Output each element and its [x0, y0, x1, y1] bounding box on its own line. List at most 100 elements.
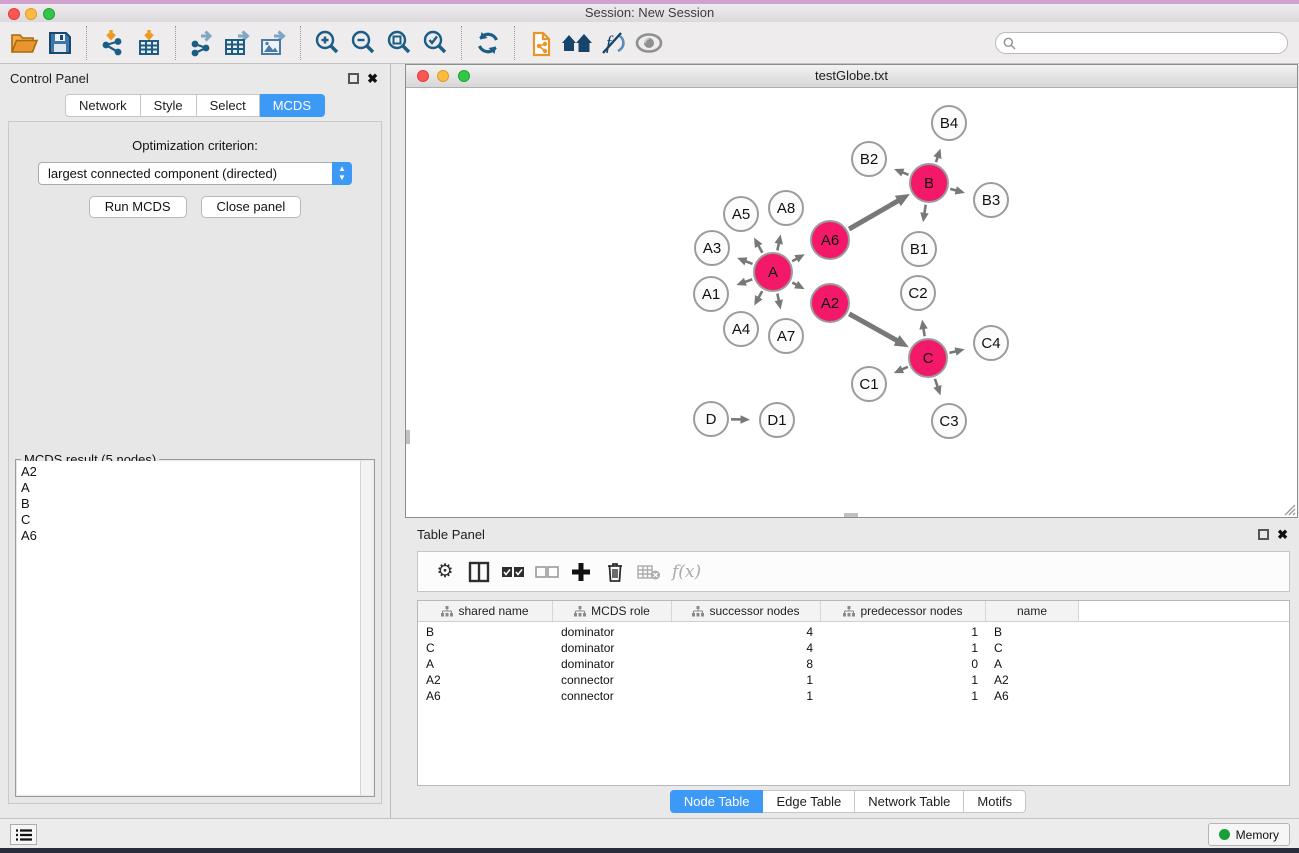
close-panel-button[interactable]: Close panel — [201, 196, 302, 218]
zoom-out-icon[interactable] — [345, 25, 381, 61]
table-cell[interactable]: 1 — [821, 688, 986, 704]
table-cell[interactable]: A — [986, 656, 1079, 672]
tab-network-table[interactable]: Network Table — [855, 790, 964, 813]
result-list-item[interactable]: B — [21, 496, 373, 512]
table-cell[interactable]: 4 — [672, 640, 821, 656]
tab-motifs[interactable]: Motifs — [964, 790, 1026, 813]
select-all-checkboxes-icon[interactable] — [496, 555, 530, 589]
refresh-icon[interactable] — [470, 25, 506, 61]
run-mcds-button[interactable]: Run MCDS — [89, 196, 187, 218]
result-list-item[interactable]: A2 — [21, 464, 373, 480]
network-canvas[interactable]: AA1A2A3A4A5A6A7A8BB1B2B3B4CC1C2C3C4DD1 — [406, 89, 1297, 517]
deselect-all-checkboxes-icon[interactable] — [530, 555, 564, 589]
table-cell[interactable]: 1 — [672, 688, 821, 704]
table-settings-gear-icon[interactable]: ⚙ — [428, 555, 462, 589]
import-table-icon[interactable] — [131, 25, 167, 61]
home-icon[interactable] — [559, 25, 595, 61]
table-cell[interactable]: 8 — [672, 656, 821, 672]
vertical-scroll-indicator[interactable] — [406, 430, 410, 444]
minimize-window-button[interactable] — [25, 8, 37, 20]
network-graph[interactable]: AA1A2A3A4A5A6A7A8BB1B2B3B4CC1C2C3C4DD1 — [406, 89, 1297, 518]
tab-mcds[interactable]: MCDS — [260, 94, 325, 117]
horizontal-scroll-indicator[interactable] — [844, 513, 858, 517]
export-image-icon[interactable] — [256, 25, 292, 61]
table-cell[interactable]: dominator — [553, 640, 672, 656]
create-new-column-icon[interactable] — [564, 555, 598, 589]
table-mode-columns-icon[interactable] — [462, 555, 496, 589]
table-row[interactable]: A2connector11A2 — [418, 672, 1289, 688]
network-close-button[interactable] — [417, 70, 429, 82]
mcds-result-list[interactable]: A2ABCA6 — [17, 461, 373, 795]
tab-node-table[interactable]: Node Table — [670, 790, 764, 813]
table-cell[interactable]: A6 — [418, 688, 553, 704]
table-cell[interactable]: A2 — [418, 672, 553, 688]
search-input[interactable] — [1016, 36, 1287, 50]
delete-columns-trash-icon[interactable] — [598, 555, 632, 589]
save-session-icon[interactable] — [42, 25, 78, 61]
network-zoom-button[interactable] — [458, 70, 470, 82]
float-table-panel-icon[interactable] — [1258, 529, 1269, 540]
show-view-eye-icon[interactable] — [631, 25, 667, 61]
tab-network[interactable]: Network — [65, 94, 141, 117]
resize-grip-icon[interactable] — [1282, 502, 1296, 516]
column-header-predecessor-nodes[interactable]: predecessor nodes — [821, 601, 986, 621]
task-history-button[interactable] — [10, 824, 37, 845]
network-minimize-button[interactable] — [437, 70, 449, 82]
table-cell[interactable]: B — [986, 624, 1079, 640]
column-header-name[interactable]: name — [986, 601, 1079, 621]
column-header-successor-nodes[interactable]: successor nodes — [672, 601, 821, 621]
table-cell[interactable]: C — [986, 640, 1079, 656]
table-cell[interactable]: 4 — [672, 624, 821, 640]
table-row[interactable]: Adominator80A — [418, 656, 1289, 672]
table-cell[interactable]: connector — [553, 672, 672, 688]
tab-select[interactable]: Select — [197, 94, 260, 117]
open-file-icon[interactable] — [6, 25, 42, 61]
control-panel: Control Panel ✖ NetworkStyleSelectMCDS O… — [0, 64, 391, 818]
result-list-item[interactable]: A6 — [21, 528, 373, 544]
table-cell[interactable]: 1 — [821, 672, 986, 688]
table-cell[interactable]: A — [418, 656, 553, 672]
table-cell[interactable]: C — [418, 640, 553, 656]
result-list-scrollbar[interactable] — [360, 461, 373, 795]
table-cell[interactable]: A2 — [986, 672, 1079, 688]
select-stepper-icon[interactable]: ▲▼ — [332, 162, 352, 185]
node-label-D: D — [706, 411, 717, 428]
new-network-file-icon[interactable] — [523, 25, 559, 61]
edge-A6-B[interactable] — [849, 200, 899, 229]
edge-A2-C[interactable] — [849, 314, 898, 342]
table-cell[interactable]: 1 — [821, 624, 986, 640]
hide-details-icon[interactable]: f — [595, 25, 631, 61]
zoom-selected-icon[interactable] — [417, 25, 453, 61]
table-cell[interactable]: dominator — [553, 656, 672, 672]
close-window-button[interactable] — [8, 8, 20, 20]
table-row[interactable]: Cdominator41C — [418, 640, 1289, 656]
zoom-fit-icon[interactable] — [381, 25, 417, 61]
search-field[interactable] — [995, 32, 1288, 54]
node-table[interactable]: shared name MCDS role successor nodes pr… — [417, 600, 1290, 786]
result-list-item[interactable]: C — [21, 512, 373, 528]
tab-edge-table[interactable]: Edge Table — [763, 790, 855, 813]
table-cell[interactable]: dominator — [553, 624, 672, 640]
table-row[interactable]: Bdominator41B — [418, 624, 1289, 640]
import-network-icon[interactable] — [95, 25, 131, 61]
tab-style[interactable]: Style — [141, 94, 197, 117]
criterion-select[interactable]: largest connected component (directed) ▲… — [38, 162, 352, 185]
table-cell[interactable]: B — [418, 624, 553, 640]
table-cell[interactable]: 1 — [821, 640, 986, 656]
column-header-shared-name[interactable]: shared name — [418, 601, 553, 621]
memory-button[interactable]: Memory — [1208, 823, 1290, 846]
export-network-icon[interactable] — [184, 25, 220, 61]
zoom-in-icon[interactable] — [309, 25, 345, 61]
table-row[interactable]: A6connector11A6 — [418, 688, 1289, 704]
result-list-item[interactable]: A — [21, 480, 373, 496]
table-cell[interactable]: connector — [553, 688, 672, 704]
export-table-icon[interactable] — [220, 25, 256, 61]
table-cell[interactable]: 1 — [672, 672, 821, 688]
float-panel-icon[interactable] — [348, 73, 359, 84]
close-panel-icon[interactable]: ✖ — [367, 71, 378, 87]
column-header-mcds-role[interactable]: MCDS role — [553, 601, 672, 621]
table-cell[interactable]: 0 — [821, 656, 986, 672]
close-table-panel-icon[interactable]: ✖ — [1277, 527, 1288, 543]
zoom-window-button[interactable] — [43, 8, 55, 20]
table-cell[interactable]: A6 — [986, 688, 1079, 704]
